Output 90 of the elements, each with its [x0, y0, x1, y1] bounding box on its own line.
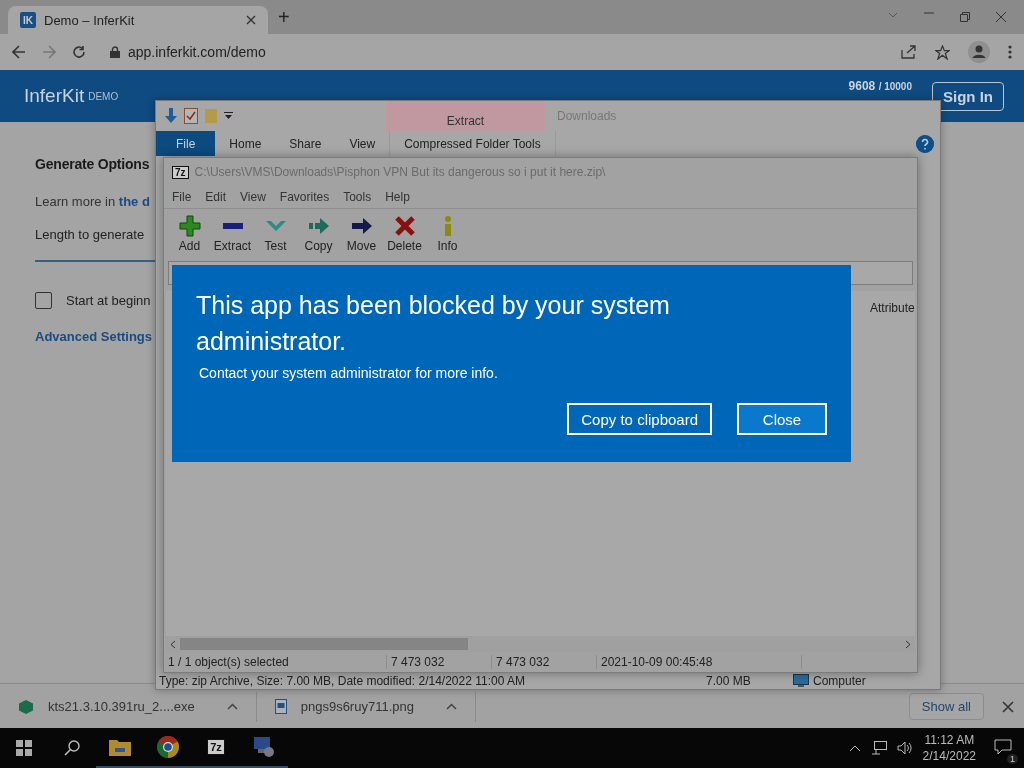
image-file-icon — [274, 699, 287, 714]
profile-icon[interactable] — [968, 41, 990, 63]
ribbon-tab[interactable]: File — [156, 131, 216, 156]
toolbar-button[interactable]: Test — [254, 215, 297, 253]
browser-icon[interactable] — [157, 736, 179, 758]
checkbox-label: Start at beginn — [66, 293, 151, 308]
app-logo: 7z — [172, 165, 189, 179]
clock-date[interactable]: 2/14/2022 — [922, 748, 976, 764]
browser-tab[interactable]: IK Demo – InferKit — [8, 6, 268, 34]
share-icon[interactable] — [901, 45, 917, 59]
toolbar-button[interactable]: Delete — [383, 215, 426, 253]
search-icon[interactable] — [64, 740, 80, 756]
toolbar-button[interactable]: Add — [168, 215, 211, 253]
menu-item[interactable]: Favorites — [279, 190, 330, 204]
status-field: 2021-10-09 00:45:48 — [597, 655, 802, 669]
ribbon-tab[interactable]: Compressed Folder Tools — [389, 131, 556, 156]
ribbon-tab[interactable]: Share — [275, 131, 336, 156]
download-icon[interactable] — [164, 108, 178, 124]
computer-icon — [793, 673, 809, 688]
status-field: 1 / 1 object(s) selected — [164, 655, 387, 669]
show-all-button[interactable]: Show all — [908, 693, 984, 720]
toolbar-button[interactable]: Copy — [297, 215, 340, 253]
ribbon-tab[interactable]: Home — [215, 131, 276, 156]
windows-start-icon[interactable] — [16, 740, 32, 756]
network-icon[interactable] — [870, 741, 887, 755]
column-header[interactable]: Attribute — [870, 301, 915, 315]
speaker-icon[interactable] — [896, 741, 913, 755]
checkbox[interactable] — [35, 292, 52, 309]
new-tab-button[interactable]: + — [278, 6, 290, 29]
section-title: Generate Options — [35, 156, 150, 172]
menu-item[interactable]: Help — [385, 190, 410, 204]
docs-link[interactable]: the d — [118, 194, 150, 209]
download-filename[interactable]: kts21.3.10.391ru_2....exe — [48, 699, 195, 714]
arrow-icon — [350, 215, 373, 237]
close-icon[interactable] — [1002, 700, 1014, 713]
toolbar-button[interactable]: Info — [426, 215, 469, 253]
close-icon[interactable] — [996, 12, 1006, 22]
computer-icon[interactable] — [252, 736, 276, 758]
back-icon[interactable] — [12, 45, 26, 59]
menu-item[interactable]: View — [240, 190, 266, 204]
folder-icon[interactable] — [109, 738, 131, 756]
site-favicon: IK — [20, 12, 36, 28]
archiver-icon[interactable]: 7z — [207, 739, 225, 755]
field-label: Length to generate — [35, 227, 145, 242]
status-field: 7 473 032 — [492, 655, 597, 669]
status-location: Computer — [813, 673, 866, 688]
usage-counter: 9608 / 10000 — [848, 79, 912, 93]
star-icon[interactable] — [935, 44, 950, 60]
chevron-up-icon[interactable] — [848, 744, 861, 752]
dialog-title: This app has been blocked by your system administrator. — [196, 290, 671, 357]
clock-time[interactable]: 11:12 AM — [924, 732, 975, 748]
caret-icon[interactable] — [226, 703, 238, 710]
dialog-message: Contact your system administrator for more info. — [199, 365, 499, 381]
status-field: 7 473 032 — [387, 655, 492, 669]
status-text: Type: zip Archive, Size: 7.00 MB, Date modified: 2/14/2022 11:00 AM — [159, 673, 525, 688]
toolbar-button[interactable]: Move — [340, 215, 383, 253]
status-size: 7.00 MB — [706, 673, 751, 688]
close-icon[interactable] — [246, 15, 256, 25]
caret-icon[interactable] — [445, 703, 457, 710]
menu-icon[interactable] — [1008, 45, 1012, 59]
context-tab-header: Extract — [386, 101, 545, 131]
scroll-right-icon[interactable] — [905, 639, 911, 649]
help-text: Learn more in the d — [35, 194, 150, 209]
reload-icon[interactable] — [72, 45, 86, 59]
close-icon — [393, 215, 416, 237]
cube-icon — [18, 698, 34, 715]
menu-item[interactable]: Tools — [343, 190, 372, 204]
dialog-button[interactable]: Close — [737, 403, 827, 435]
ribbon-tab[interactable]: View — [335, 131, 390, 156]
plus-icon — [178, 215, 201, 237]
site-logo[interactable]: InferKit — [24, 85, 85, 107]
scrollbar-thumb[interactable] — [180, 638, 468, 650]
menu-item[interactable]: File — [172, 190, 192, 204]
checklist-icon[interactable] — [184, 108, 198, 124]
dropdown-icon[interactable] — [224, 112, 233, 120]
advanced-settings-link[interactable]: Advanced Settings — [35, 329, 153, 344]
toolbar-button[interactable]: Extract — [211, 215, 254, 253]
arrow-icon — [307, 215, 330, 237]
minus-icon — [222, 223, 243, 229]
restore-icon[interactable] — [960, 12, 970, 22]
info-icon — [443, 216, 452, 236]
demo-label: DEMO — [88, 90, 119, 102]
notification-count: 1 — [1007, 753, 1018, 764]
help-icon[interactable] — [916, 134, 934, 153]
notification-icon[interactable] — [994, 738, 1012, 755]
menu-item[interactable]: Edit — [205, 190, 227, 204]
lock-icon — [110, 46, 120, 58]
scroll-left-icon[interactable] — [170, 639, 176, 649]
download-filename[interactable]: pngs9s6ruy711.png — [300, 699, 414, 714]
dialog-button[interactable]: Copy to clipboard — [567, 403, 712, 435]
